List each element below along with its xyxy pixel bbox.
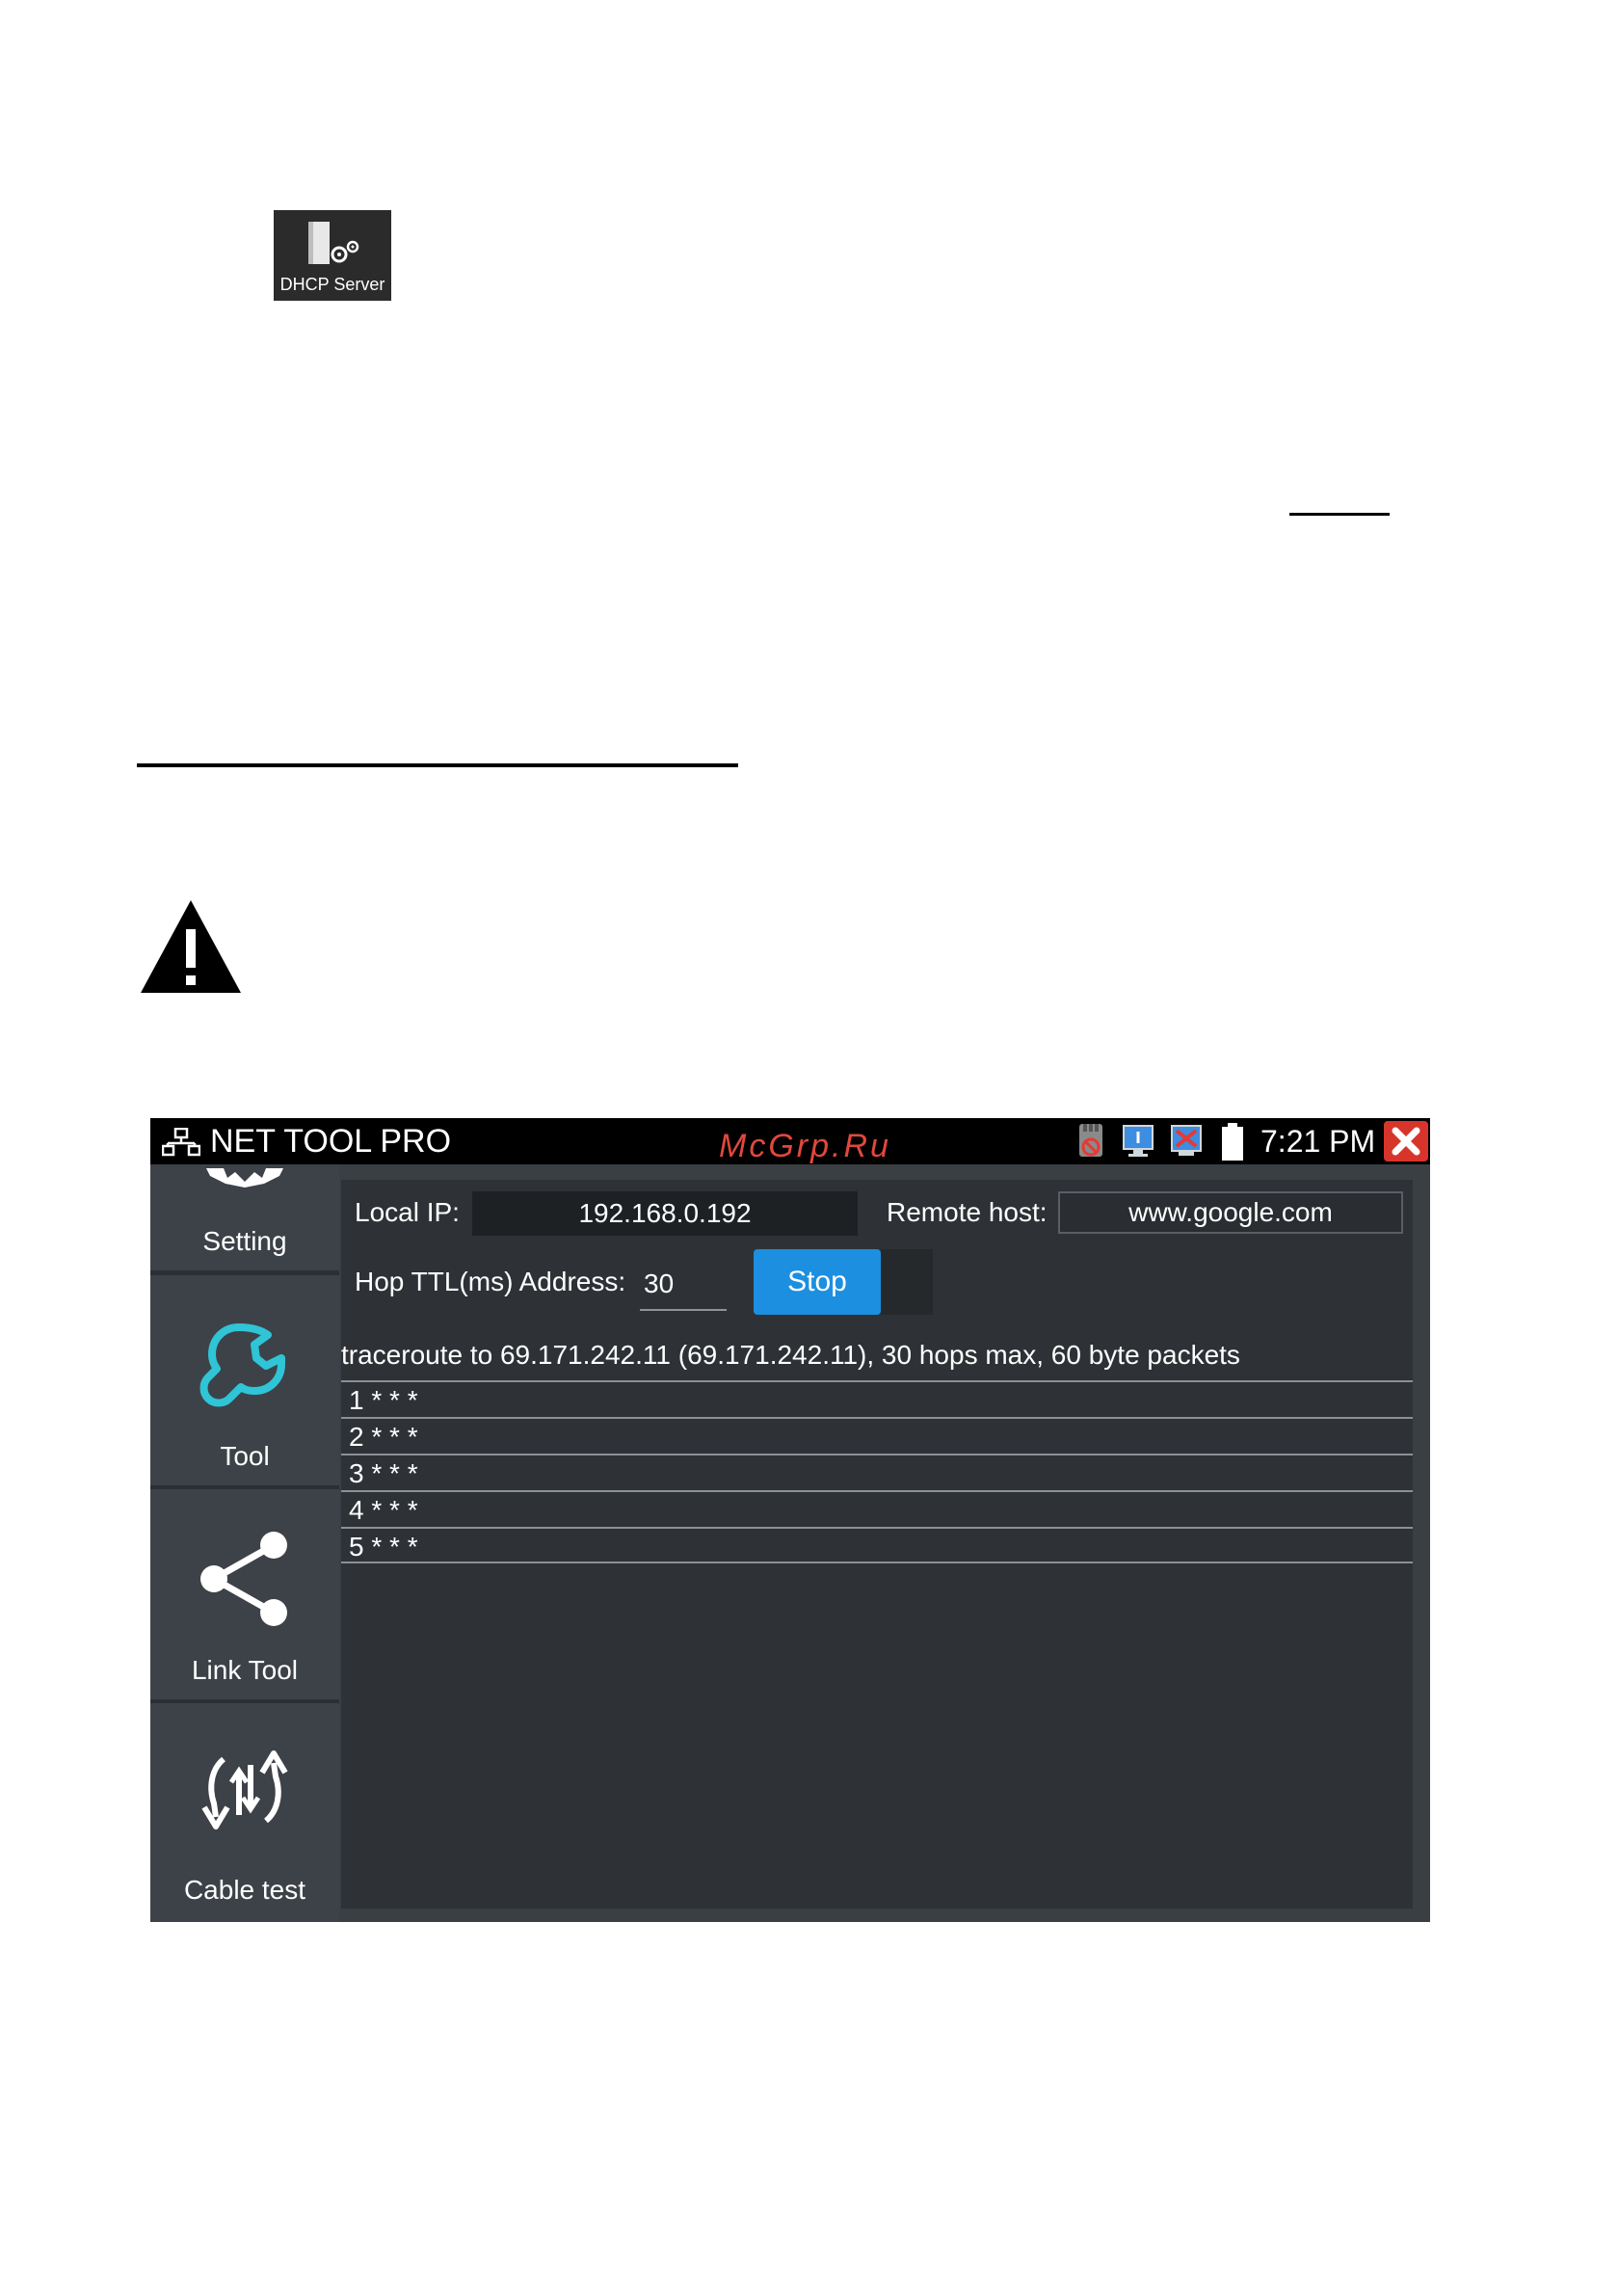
local-ip-field[interactable]: 192.168.0.192 <box>472 1191 858 1236</box>
network-icon <box>162 1128 200 1157</box>
sidebar-item-cable-test[interactable]: Cable test <box>150 1703 339 1922</box>
share-icon <box>200 1532 287 1626</box>
stop-button[interactable]: Stop <box>754 1249 881 1315</box>
status-bar: NET TOOL PRO McGrp.Ru 7:21 PM <box>150 1118 1430 1164</box>
sidebar-item-label: Link Tool <box>191 1655 298 1685</box>
sidebar-item-tool[interactable]: Tool <box>150 1275 339 1488</box>
sidebar-item-link-tool[interactable]: Link Tool <box>150 1489 339 1702</box>
trace-row: 1 * * * <box>341 1380 1413 1415</box>
warning-icon <box>141 900 241 993</box>
sidebar-item-label: Tool <box>220 1441 270 1471</box>
usb-icon <box>1171 1125 1202 1156</box>
hop-ttl-input[interactable]: 30 <box>640 1259 727 1311</box>
trace-row: 3 * * * <box>341 1454 1413 1488</box>
trace-row: 5 * * * <box>341 1527 1413 1563</box>
watermark: McGrp.Ru <box>719 1128 891 1164</box>
wrench-icon <box>199 1323 285 1407</box>
trace-row: 4 * * * <box>341 1490 1413 1525</box>
traceroute-header: traceroute to 69.171.242.11 (69.171.242.… <box>341 1340 1240 1370</box>
sd-card-icon <box>1079 1124 1102 1157</box>
server-gear-icon <box>308 222 359 264</box>
gear-icon <box>206 1168 283 1188</box>
trace-row: 2 * * * <box>341 1417 1413 1452</box>
section-rule <box>137 763 738 767</box>
cable-test-icon <box>201 1750 288 1829</box>
sidebar-item-label: Cable test <box>183 1875 306 1905</box>
sidebar: Setting Tool Link Tool Cable test <box>150 1164 339 1922</box>
close-button[interactable] <box>1384 1121 1428 1161</box>
dhcp-server-icon: DHCP Server <box>274 210 391 301</box>
remote-host-label: Remote host: <box>887 1197 1048 1227</box>
status-time: 7:21 PM <box>1260 1124 1376 1159</box>
local-ip-label: Local IP: <box>355 1197 460 1227</box>
close-icon <box>1392 1127 1420 1156</box>
sidebar-item-label: Setting <box>202 1226 287 1256</box>
sidebar-item-setting[interactable]: Setting <box>150 1164 339 1273</box>
app-title: NET TOOL PRO <box>210 1123 452 1160</box>
stop-button-shadow <box>881 1249 933 1315</box>
short-rule <box>1289 513 1390 516</box>
remote-host-input[interactable]: www.google.com <box>1058 1191 1403 1234</box>
traceroute-panel: Local IP: 192.168.0.192 Remote host: www… <box>341 1180 1413 1909</box>
battery-icon <box>1222 1123 1243 1161</box>
dhcp-server-label: DHCP Server <box>279 275 385 294</box>
device-screen: NET TOOL PRO McGrp.Ru 7:21 PM Setting To… <box>150 1118 1430 1922</box>
hop-ttl-label: Hop TTL(ms) Address: <box>355 1267 626 1296</box>
monitor-icon <box>1123 1125 1154 1157</box>
